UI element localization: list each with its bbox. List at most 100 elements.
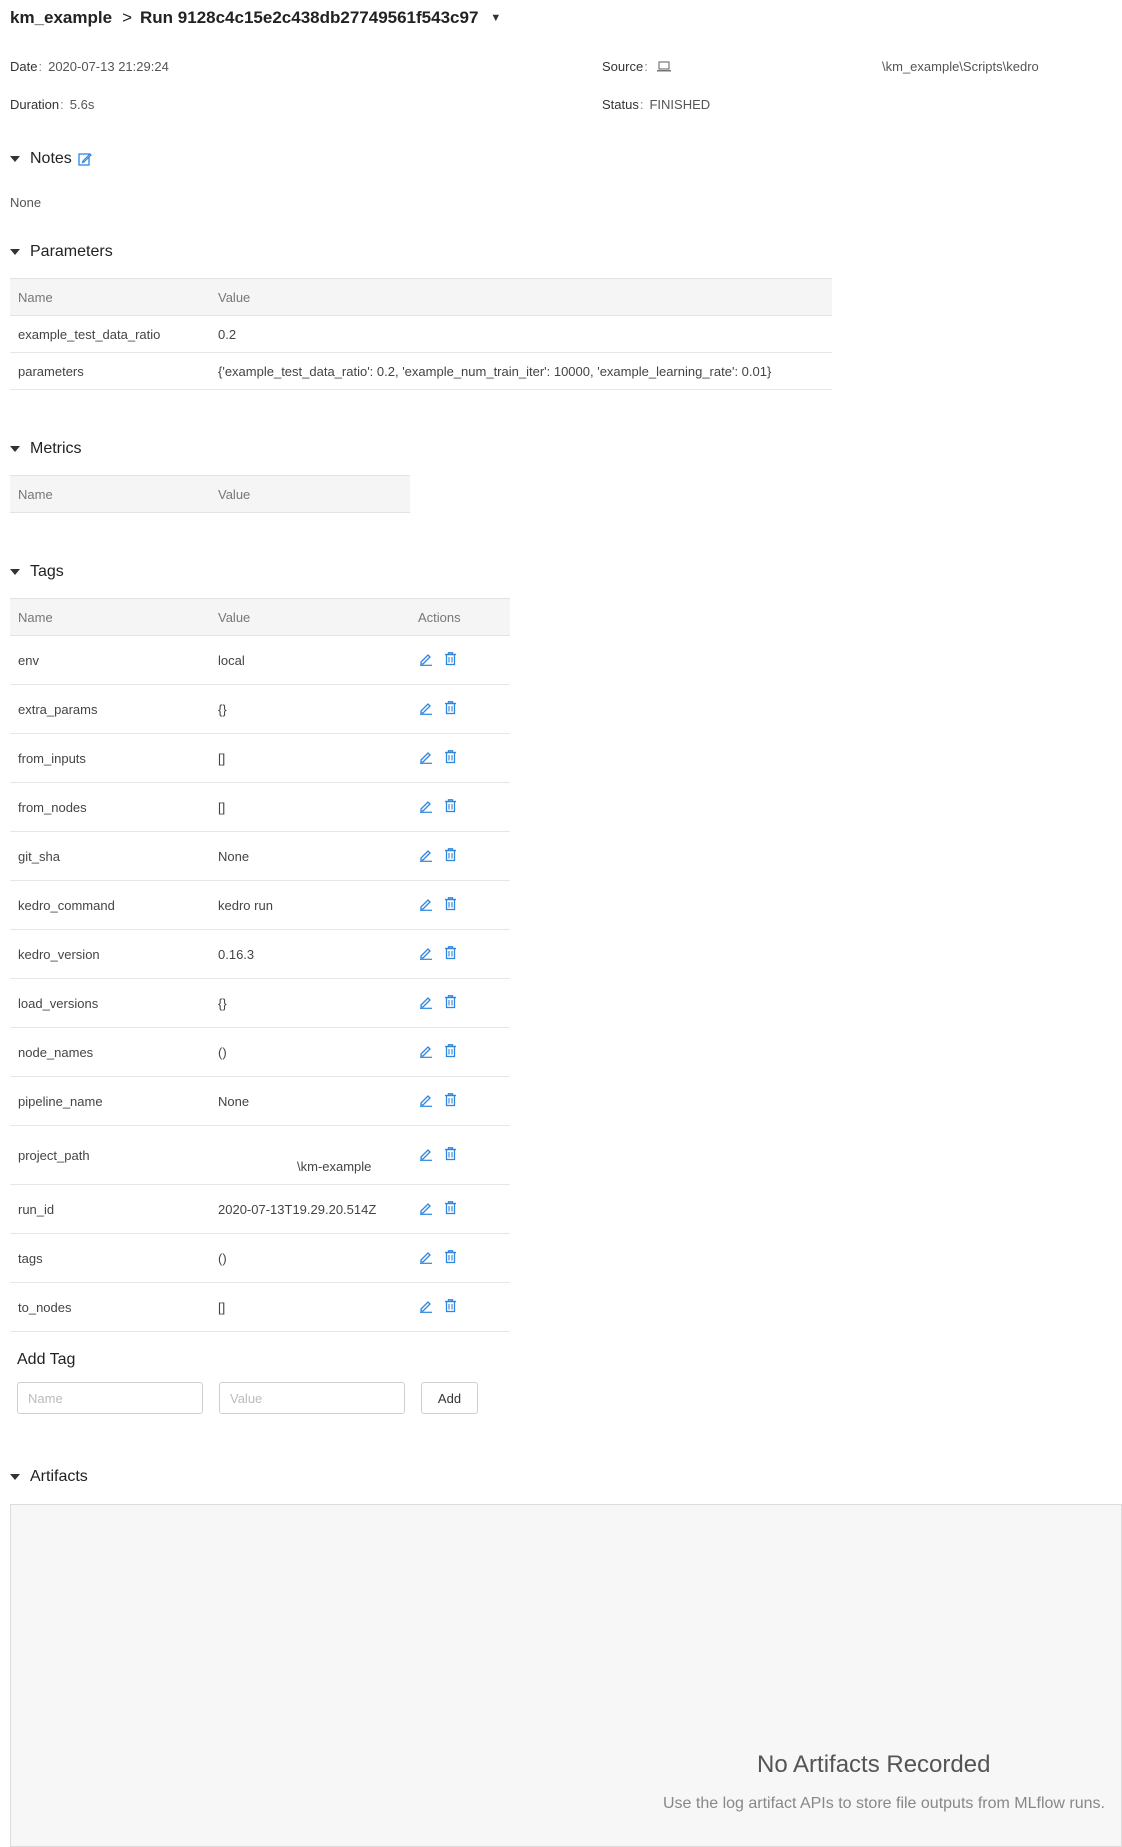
breadcrumb: km_example > Run 9128c4c15e2c438db277495… [10,8,501,28]
trash-icon[interactable] [443,847,458,862]
trash-icon[interactable] [443,651,458,666]
caret-down-icon[interactable] [10,249,20,255]
laptop-icon [657,61,672,72]
chevron-right-icon: > [122,8,133,27]
tag-value: {} [210,684,410,734]
caret-down-icon[interactable] [10,1474,20,1480]
empty-artifacts-title: No Artifacts Recorded [757,1751,991,1778]
add-tag-button[interactable]: Add [421,1382,478,1414]
trash-icon[interactable] [443,1249,458,1264]
delete-tag-button[interactable] [443,847,458,862]
edit-tag-button[interactable] [418,1043,433,1058]
tag-name: to_nodes [10,1282,210,1332]
column-header: Value [210,278,832,316]
tag-actions [410,1282,510,1332]
metrics-section-header[interactable]: Metrics [10,440,82,458]
edit-icon[interactable] [418,749,433,764]
edit-tag-button[interactable] [418,700,433,715]
column-header: Name [10,475,210,513]
edit-icon[interactable] [418,847,433,862]
delete-tag-button[interactable] [443,1146,458,1161]
tag-actions [410,1125,510,1185]
edit-tag-button[interactable] [418,1249,433,1264]
delete-tag-button[interactable] [443,945,458,960]
edit-tag-button[interactable] [418,1298,433,1313]
tag-value: [] [210,1282,410,1332]
trash-icon[interactable] [443,896,458,911]
edit-icon[interactable] [418,1249,433,1264]
param-value: 0.2 [210,315,832,353]
source-path[interactable]: \km_example\Scripts\kedro [882,59,1039,74]
breadcrumb-experiment[interactable]: km_example [10,8,112,28]
delete-tag-button[interactable] [443,798,458,813]
edit-tag-button[interactable] [418,994,433,1009]
delete-tag-button[interactable] [443,1092,458,1107]
tag-value: [] [210,782,410,832]
edit-tag-button[interactable] [418,847,433,862]
edit-icon[interactable] [418,896,433,911]
caret-down-icon[interactable] [10,569,20,575]
caret-down-icon[interactable] [10,446,20,452]
edit-tag-button[interactable] [418,651,433,666]
edit-icon[interactable] [418,700,433,715]
trash-icon[interactable] [443,1146,458,1161]
edit-icon[interactable] [418,1146,433,1161]
tag-value: 2020-07-13T19.29.20.514Z [210,1184,410,1234]
tag-actions [410,635,510,685]
notes-section-header[interactable]: Notes [10,150,92,168]
delete-tag-button[interactable] [443,896,458,911]
delete-tag-button[interactable] [443,994,458,1009]
delete-tag-button[interactable] [443,1200,458,1215]
delete-tag-button[interactable] [443,651,458,666]
date-field: Date: 2020-07-13 21:29:24 [10,59,169,74]
caret-down-icon[interactable] [10,156,20,162]
delete-tag-button[interactable] [443,1298,458,1313]
trash-icon[interactable] [443,1092,458,1107]
caret-down-icon[interactable]: ▼ [490,12,501,24]
tag-name-input[interactable] [17,1382,203,1414]
trash-icon[interactable] [443,1298,458,1313]
trash-icon[interactable] [443,700,458,715]
notes-content: None [10,195,42,210]
tag-value: None [210,831,410,881]
tag-value: () [210,1233,410,1283]
trash-icon[interactable] [443,1043,458,1058]
delete-tag-button[interactable] [443,1043,458,1058]
edit-icon[interactable] [418,798,433,813]
empty-artifacts-subtitle: Use the log artifact APIs to store file … [663,1795,1105,1812]
edit-icon[interactable] [418,1298,433,1313]
trash-icon[interactable] [443,749,458,764]
edit-tag-button[interactable] [418,896,433,911]
trash-icon[interactable] [443,1200,458,1215]
edit-icon[interactable] [418,1200,433,1215]
edit-tag-button[interactable] [418,1146,433,1161]
edit-icon[interactable] [418,1092,433,1107]
delete-tag-button[interactable] [443,1249,458,1264]
edit-tag-button[interactable] [418,749,433,764]
edit-tag-button[interactable] [418,1092,433,1107]
tag-name: git_sha [10,831,210,881]
tag-name: env [10,635,210,685]
tag-name: load_versions [10,978,210,1028]
edit-tag-button[interactable] [418,798,433,813]
table-row: project_path \km-example [10,1125,510,1185]
trash-icon[interactable] [443,994,458,1009]
edit-tag-button[interactable] [418,1200,433,1215]
tag-name: kedro_command [10,880,210,930]
delete-tag-button[interactable] [443,749,458,764]
edit-tag-button[interactable] [418,945,433,960]
artifacts-section-header[interactable]: Artifacts [10,1468,88,1486]
edit-icon[interactable] [78,152,92,166]
trash-icon[interactable] [443,798,458,813]
edit-icon[interactable] [418,1043,433,1058]
tag-value-input[interactable] [219,1382,405,1414]
edit-icon[interactable] [418,651,433,666]
trash-icon[interactable] [443,945,458,960]
column-header: Name [10,598,210,636]
edit-icon[interactable] [418,994,433,1009]
parameters-section-header[interactable]: Parameters [10,243,113,261]
delete-tag-button[interactable] [443,700,458,715]
tag-name: pipeline_name [10,1076,210,1126]
edit-icon[interactable] [418,945,433,960]
tags-section-header[interactable]: Tags [10,563,64,581]
